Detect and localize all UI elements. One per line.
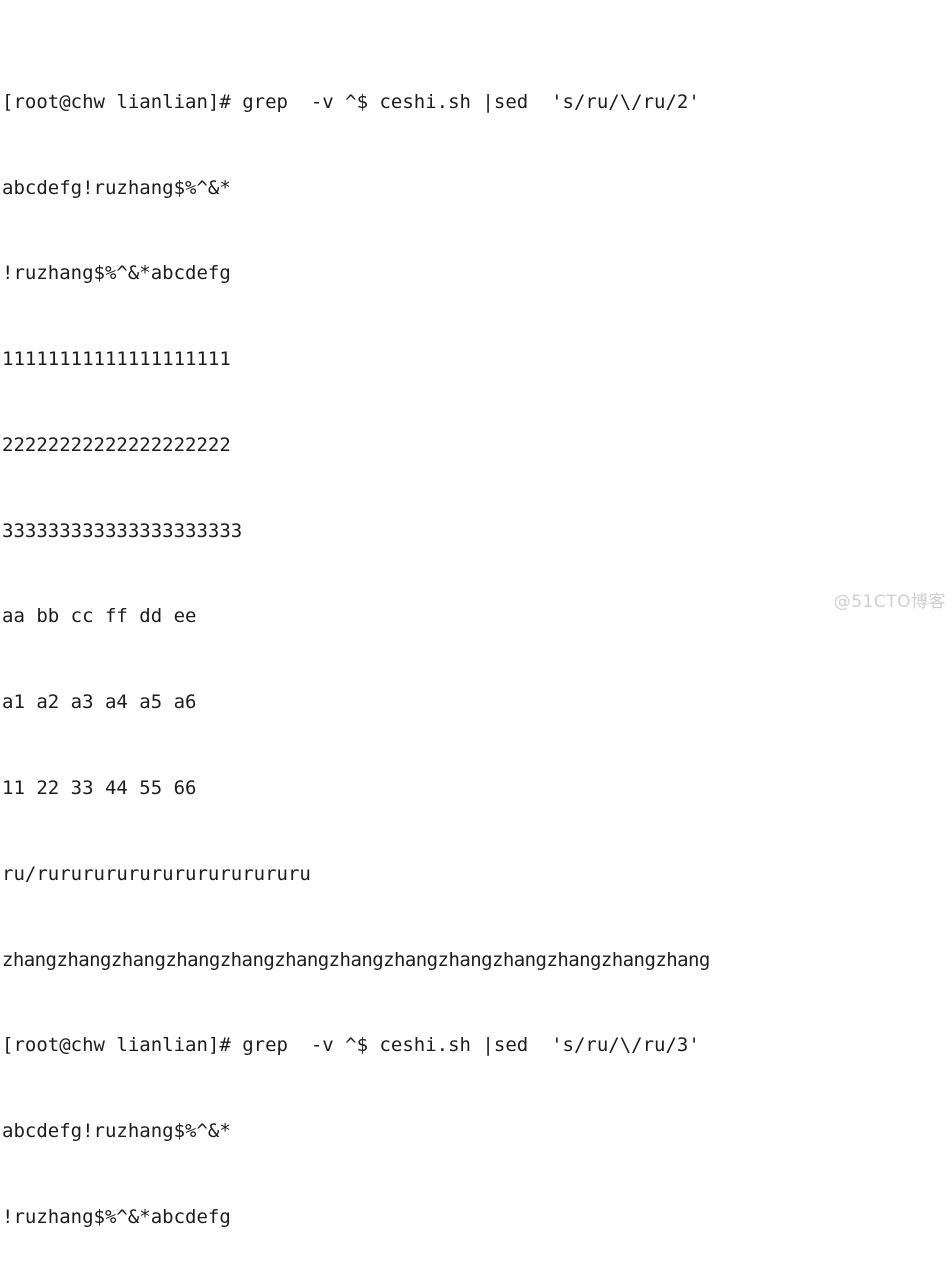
- output-line: zhangzhangzhangzhangzhangzhangzhangzhang…: [2, 948, 710, 971]
- output-line: ru/rurururururururururururu: [2, 862, 311, 885]
- command-line: [root@chw lianlian]# grep -v ^$ ceshi.sh…: [2, 90, 700, 113]
- output-line: 11111111111111111111: [2, 348, 231, 371]
- output-line: abcdefg!ruzhang$%^&*: [2, 176, 231, 199]
- output-line: !ruzhang$%^&*abcdefg: [2, 1205, 231, 1228]
- output-line: abcdefg!ruzhang$%^&*: [2, 1120, 231, 1143]
- terminal-window[interactable]: [root@chw lianlian]# grep -v ^$ ceshi.sh…: [0, 0, 952, 1228]
- output-line: 22222222222222222222: [2, 433, 231, 456]
- output-line: !ruzhang$%^&*abcdefg: [2, 262, 231, 285]
- output-line: a1 a2 a3 a4 a5 a6: [2, 691, 197, 714]
- output-line: aa bb cc ff dd ee: [2, 605, 197, 628]
- output-line: 11 22 33 44 55 66: [2, 777, 197, 800]
- command-line: [root@chw lianlian]# grep -v ^$ ceshi.sh…: [2, 1034, 700, 1057]
- output-line: 333333333333333333333: [2, 519, 243, 542]
